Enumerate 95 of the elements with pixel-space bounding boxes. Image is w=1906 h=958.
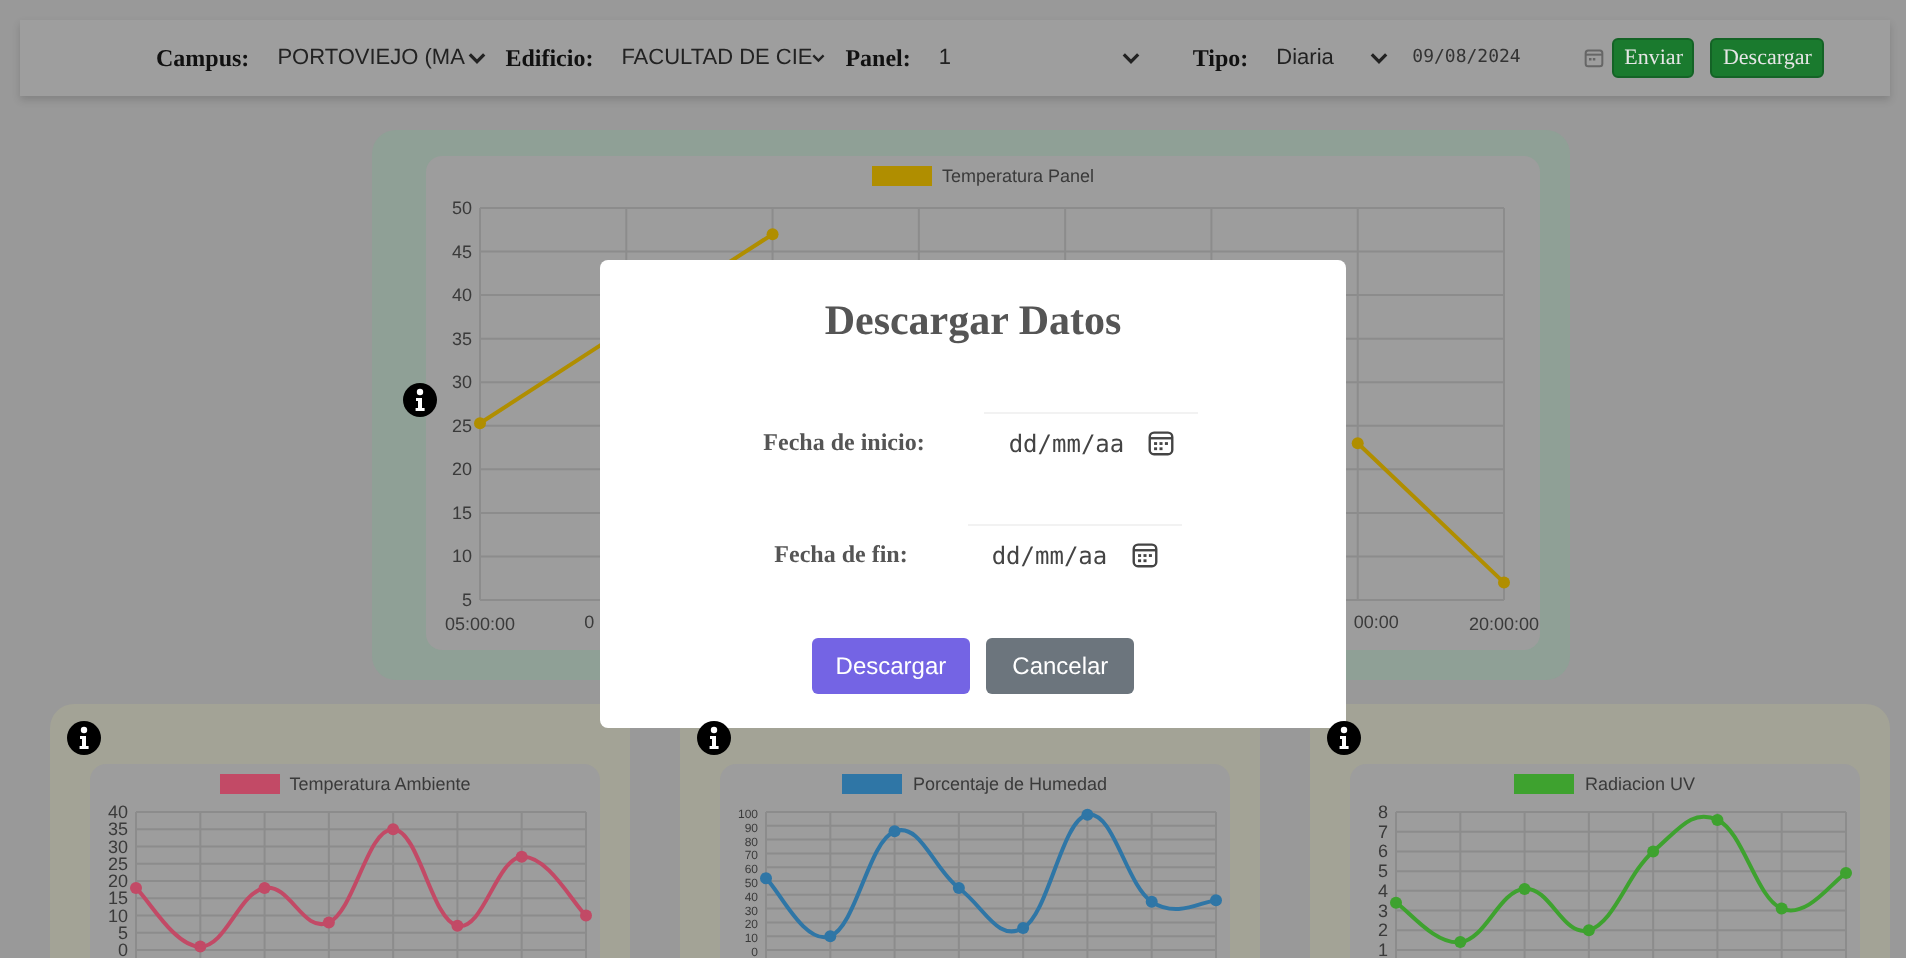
date-input[interactable]: dd/mm/aa xyxy=(1008,429,1145,457)
data-point xyxy=(474,417,486,430)
axis-label: 2 xyxy=(1377,920,1388,941)
chevron-icon xyxy=(1370,52,1389,64)
axis-label: 15 xyxy=(451,502,472,523)
data-point xyxy=(1351,437,1364,450)
data-point xyxy=(1210,894,1222,907)
data-point xyxy=(322,916,335,929)
date-input[interactable]: dd/mm/aa xyxy=(991,541,1128,569)
data-point xyxy=(130,881,142,894)
axis-label: 3 xyxy=(1377,900,1388,921)
data-point xyxy=(1711,813,1724,826)
axis-label: 30 xyxy=(107,836,128,857)
axis-label: 7 xyxy=(1377,821,1388,842)
axis-label: 30 xyxy=(451,372,472,393)
data-point xyxy=(1454,936,1467,949)
data-point xyxy=(1081,808,1094,821)
modal-button[interactable]: Descargar xyxy=(811,638,971,694)
legend-label[interactable]: Porcentaje de Humedad xyxy=(912,774,1108,794)
filter-select[interactable]: 1 xyxy=(938,46,1141,70)
data-point xyxy=(824,930,837,943)
data-point xyxy=(1498,576,1510,589)
axis-label: 5 xyxy=(461,590,472,610)
data-point xyxy=(1390,896,1402,909)
modal-title: Descargar Datos xyxy=(824,296,1122,346)
legend-swatch[interactable] xyxy=(871,166,932,186)
axis-label: 20 xyxy=(451,459,472,480)
data-point xyxy=(451,919,464,932)
data-point xyxy=(580,909,592,922)
info-icon[interactable] xyxy=(66,720,102,756)
axis-label: 35 xyxy=(107,819,128,840)
axis-label: 4 xyxy=(1377,880,1388,901)
legend-label[interactable]: Radiacion UV xyxy=(1584,774,1696,794)
chevron-icon xyxy=(812,52,826,64)
data-point xyxy=(1647,845,1660,858)
legend-swatch[interactable] xyxy=(1514,774,1575,794)
date-field[interactable]: 09/08/2024 xyxy=(1412,48,1537,68)
axis-label: 45 xyxy=(451,241,472,262)
filter-select[interactable]: PORTOVIEJO (MA xyxy=(277,46,486,70)
axis-label: 40 xyxy=(107,804,128,822)
legend-label[interactable]: Temperatura Ambiente xyxy=(289,774,471,794)
calendar-icon[interactable] xyxy=(1131,542,1158,568)
axis-label: 5 xyxy=(1377,861,1388,882)
field-label: Fecha de fin: xyxy=(774,539,908,569)
axis-label: 10 xyxy=(451,546,472,567)
axis-label: 00:00 xyxy=(1353,612,1399,632)
data-point xyxy=(1840,867,1852,880)
axis-label: 20 xyxy=(107,871,128,891)
axis-label: 20:00:00 xyxy=(1468,614,1540,634)
data-point xyxy=(194,940,207,953)
data-point xyxy=(1017,921,1030,934)
data-point xyxy=(515,850,528,863)
data-point xyxy=(766,228,779,241)
legend-swatch[interactable] xyxy=(842,774,903,794)
axis-label: 10 xyxy=(107,905,128,926)
data-point xyxy=(1518,882,1531,895)
filter-label: Campus: xyxy=(156,43,250,73)
chevron-icon xyxy=(1122,52,1141,64)
modal-button[interactable]: Cancelar xyxy=(986,638,1135,694)
field-label: Fecha de inicio: xyxy=(763,427,925,457)
filter-label: Tipo: xyxy=(1192,43,1249,73)
data-point xyxy=(387,823,400,836)
filter-select[interactable]: Diaria xyxy=(1276,46,1389,70)
axis-label: 25 xyxy=(107,853,128,874)
info-icon[interactable] xyxy=(402,382,438,418)
toolbar-button[interactable]: Descargar xyxy=(1710,38,1824,78)
toolbar-button[interactable]: Enviar xyxy=(1612,38,1695,78)
legend-label[interactable]: Temperatura Panel xyxy=(941,166,1095,186)
data-point xyxy=(1145,895,1158,908)
axis-label: 8 xyxy=(1377,804,1388,822)
axis-label: 40 xyxy=(451,285,472,306)
data-point xyxy=(888,825,901,838)
legend-swatch[interactable] xyxy=(219,774,280,794)
axis-label: 35 xyxy=(451,328,472,349)
data-point xyxy=(1775,902,1788,915)
axis-label: 05:00:00 xyxy=(444,614,516,634)
axis-label: 1 xyxy=(1377,940,1388,958)
axis-label: 5 xyxy=(117,922,128,943)
axis-label: 15 xyxy=(107,888,128,909)
calendar-icon[interactable] xyxy=(1148,430,1175,456)
info-icon[interactable] xyxy=(696,720,732,756)
data-point xyxy=(258,881,271,894)
filter-label: Panel: xyxy=(845,43,911,73)
axis-label: 0 xyxy=(584,612,595,632)
data-point xyxy=(1582,924,1595,937)
info-icon[interactable] xyxy=(1326,720,1362,756)
data-point xyxy=(760,872,772,885)
chevron-icon xyxy=(467,52,486,64)
axis-label: 25 xyxy=(451,415,472,436)
axis-label: 50 xyxy=(451,198,472,218)
axis-label: 0 xyxy=(117,940,128,958)
filter-label: Edificio: xyxy=(505,43,594,73)
filter-select[interactable]: FACULTAD DE CIE xyxy=(621,46,826,70)
data-point xyxy=(952,881,965,894)
axis-label: 6 xyxy=(1377,841,1388,862)
